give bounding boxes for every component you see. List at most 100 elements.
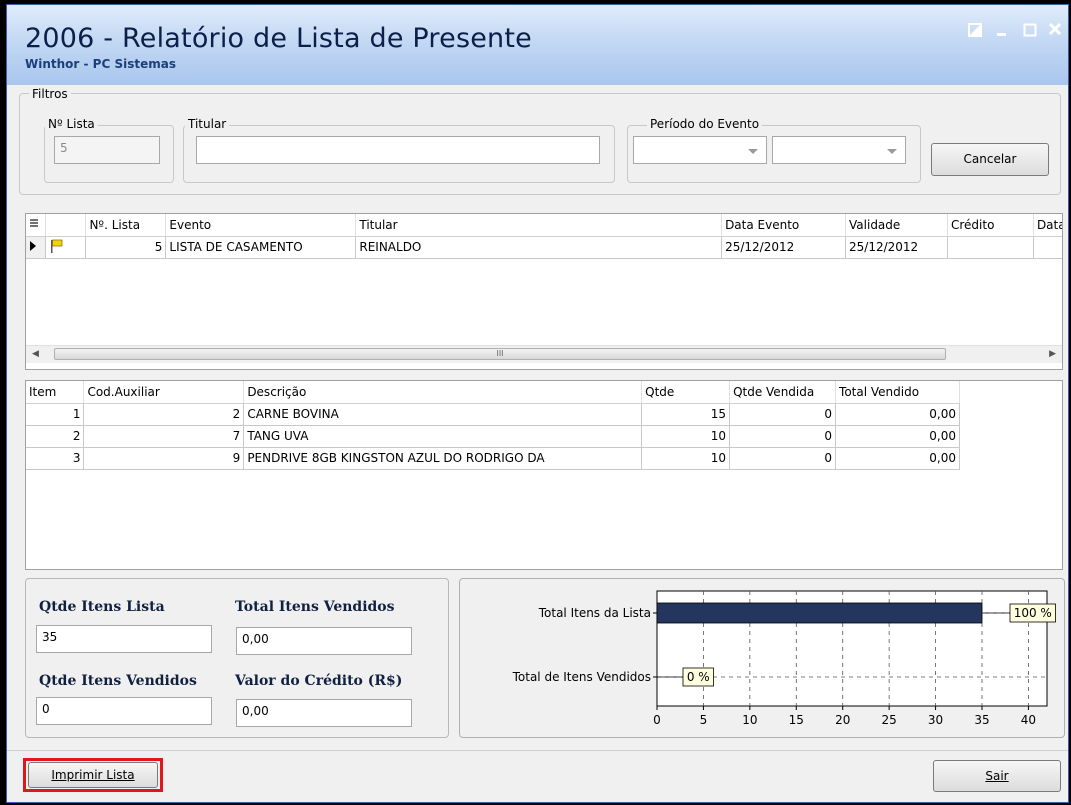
total-itens-vendidos-field[interactable]: 0,00: [236, 627, 412, 655]
cell-lista: 5: [85, 236, 167, 259]
print-list-button[interactable]: Imprimir Lista: [28, 762, 158, 788]
x-tick-label: 30: [928, 713, 943, 727]
close-icon[interactable]: [1042, 21, 1068, 43]
exit-button[interactable]: Sair: [933, 760, 1061, 792]
periodo-start-select[interactable]: [633, 136, 767, 164]
table-row[interactable]: 1 2 CARNE BOVINA 15 0 0,00: [26, 403, 960, 426]
qtde-itens-vendidos-field[interactable]: 0: [36, 697, 212, 725]
cell-total-vendido: 0,00: [835, 447, 960, 470]
cell-descricao: TANG UVA: [243, 425, 643, 448]
cell-qtde: 10: [641, 425, 731, 448]
col-header-descricao[interactable]: Descrição: [243, 381, 643, 404]
col-header-qtde[interactable]: Qtde: [641, 381, 731, 404]
column-chooser-icon[interactable]: [26, 214, 47, 237]
cell-item: 1: [26, 403, 85, 426]
lista-label: Nº Lista: [45, 117, 98, 131]
cell-validade: 25/12/2012: [845, 236, 948, 259]
cell-cod-auxiliar: 9: [83, 447, 245, 470]
x-tick-label: 40: [1021, 713, 1036, 727]
minimize-icon[interactable]: [989, 21, 1015, 43]
row-selector-icon: [26, 236, 47, 259]
cell-data-evento: 25/12/2012: [721, 236, 847, 259]
valor-credito-label: Valor do Crédito (R$): [235, 673, 403, 689]
lists-header-row: Nº. Lista Evento Titular Data Evento Val…: [26, 214, 1062, 237]
x-tick-label: 25: [882, 713, 897, 727]
titular-label: Titular: [185, 117, 230, 131]
cell-total-vendido: 0,00: [835, 425, 960, 448]
cell-item: 2: [26, 425, 85, 448]
cell-qtde: 15: [641, 403, 731, 426]
bar: [656, 602, 983, 624]
flag-icon: [45, 236, 87, 259]
maximize-icon[interactable]: [1017, 21, 1043, 43]
valor-credito-field[interactable]: 0,00: [236, 699, 412, 727]
x-tick-label: 35: [974, 713, 989, 727]
cell-qtde-vendida: 0: [729, 403, 837, 426]
x-tick-label: 20: [835, 713, 850, 727]
chevron-down-icon: [887, 149, 897, 154]
cell-cod-auxiliar: 2: [83, 403, 245, 426]
scrollbar-thumb[interactable]: III: [54, 348, 946, 360]
x-tick-label: 0: [653, 713, 661, 727]
col-header-item[interactable]: Item: [26, 381, 85, 404]
items-grid: Item Cod.Auxiliar Descrição Qtde Qtde Ve…: [25, 380, 1063, 570]
cell-evento: LISTA DE CASAMENTO: [165, 236, 357, 259]
periodo-label: Período do Evento: [647, 117, 763, 131]
col-header-cod-auxiliar[interactable]: Cod.Auxiliar: [83, 381, 245, 404]
cell-qtde-vendida: 0: [729, 425, 837, 448]
x-tick-label: 15: [789, 713, 804, 727]
periodo-end-select[interactable]: [772, 136, 906, 164]
qtde-itens-lista-field[interactable]: 35: [36, 625, 212, 653]
lista-input[interactable]: 5: [54, 136, 160, 164]
cancel-button[interactable]: Cancelar: [931, 143, 1049, 176]
titular-input[interactable]: [196, 136, 600, 164]
print-list-label: Imprimir Lista: [51, 768, 135, 782]
items-header-row: Item Cod.Auxiliar Descrição Qtde Qtde Ve…: [26, 381, 960, 404]
col-header-validade[interactable]: Validade: [845, 214, 948, 237]
col-header-total-vendido[interactable]: Total Vendido: [835, 381, 960, 404]
scroll-left-icon[interactable]: ◀: [32, 349, 39, 359]
footer-divider: [7, 750, 1068, 751]
total-itens-vendidos-label: Total Itens Vendidos: [235, 599, 395, 615]
window-title: 2006 - Relatório de Lista de Presente: [25, 23, 532, 54]
scroll-grip: III: [496, 349, 504, 358]
table-row[interactable]: 2 7 TANG UVA 10 0 0,00: [26, 425, 960, 448]
cell-qtde-vendida: 0: [729, 447, 837, 470]
scroll-right-icon[interactable]: ▶: [1049, 349, 1056, 359]
restore-icon[interactable]: [962, 21, 988, 43]
table-row[interactable]: 3 9 PENDRIVE 8GB KINGSTON AZUL DO RODRIG…: [26, 447, 960, 470]
lists-horizontal-scrollbar[interactable]: ◀ III ▶: [26, 345, 1062, 363]
chevron-down-icon: [748, 149, 758, 154]
lists-grid: Nº. Lista Evento Titular Data Evento Val…: [25, 213, 1063, 370]
cell-data: [1033, 236, 1062, 259]
col-header-qtde-vendida[interactable]: Qtde Vendida: [729, 381, 837, 404]
col-header-data-evento[interactable]: Data Evento: [721, 214, 847, 237]
table-row[interactable]: 5 LISTA DE CASAMENTO REINALDO 25/12/2012…: [26, 236, 1062, 259]
x-tick-label: 5: [700, 713, 708, 727]
qtde-itens-lista-label: Qtde Itens Lista: [39, 599, 165, 615]
col-header-lista[interactable]: Nº. Lista: [85, 214, 167, 237]
cell-descricao: PENDRIVE 8GB KINGSTON AZUL DO RODRIGO DA: [243, 447, 643, 470]
progress-chart: 0 5 10 15 20 25 30 35 40 Total Itens da Lista 100 …: [512, 590, 1056, 727]
exit-label: Sair: [985, 769, 1009, 783]
col-header-data[interactable]: Data: [1033, 214, 1062, 237]
cell-total-vendido: 0,00: [835, 403, 960, 426]
qtde-itens-vendidos-label: Qtde Itens Vendidos: [39, 673, 197, 689]
x-tick-label: 10: [742, 713, 757, 727]
cell-item: 3: [26, 447, 85, 470]
col-header-credito[interactable]: Crédito: [947, 214, 1034, 237]
window-subtitle: Winthor - PC Sistemas: [25, 57, 176, 71]
cell-credito: [947, 236, 1034, 259]
items-table: Item Cod.Auxiliar Descrição Qtde Qtde Ve…: [26, 381, 960, 470]
data-label: 100 %: [1014, 606, 1052, 620]
cell-cod-auxiliar: 7: [83, 425, 245, 448]
col-header-titular[interactable]: Titular: [355, 214, 723, 237]
report-window: 2006 - Relatório de Lista de Presente Wi…: [6, 4, 1069, 803]
cell-titular: REINALDO: [355, 236, 723, 259]
filters-group-label: Filtros: [29, 87, 71, 101]
col-header-evento[interactable]: Evento: [165, 214, 357, 237]
category-label: Total de Itens Vendidos: [512, 670, 651, 684]
chart-panel: 0 5 10 15 20 25 30 35 40 Total Itens da Lista 100 …: [459, 578, 1065, 738]
cell-qtde: 10: [641, 447, 731, 470]
cell-descricao: CARNE BOVINA: [243, 403, 643, 426]
